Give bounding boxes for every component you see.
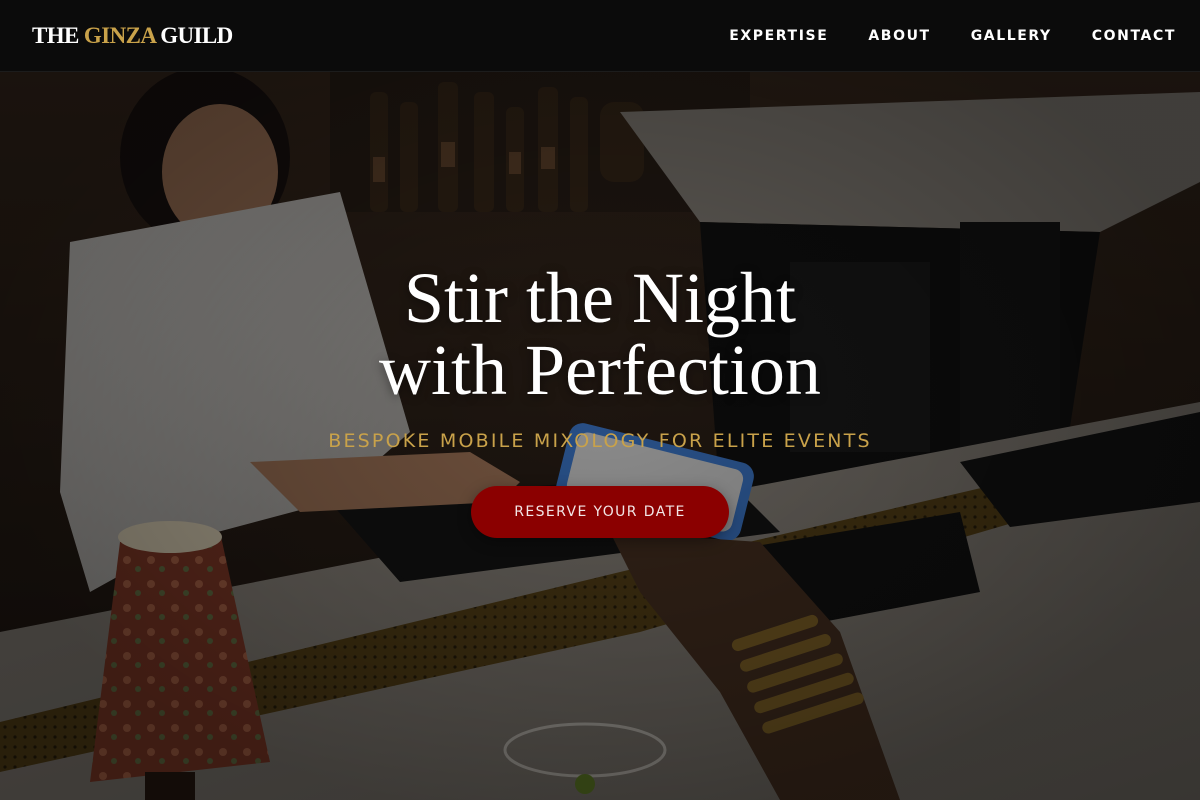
nav-link-about[interactable]: ABOUT	[868, 28, 930, 44]
logo-text-part1: THE	[32, 22, 84, 48]
site-logo[interactable]: THE GINZA GUILD	[32, 23, 233, 49]
nav-link-contact[interactable]: CONTACT	[1092, 28, 1176, 44]
hero-title: Stir the Night with Perfection	[379, 262, 821, 406]
site-header: THE GINZA GUILD EXPERTISE ABOUT GALLERY …	[0, 0, 1200, 72]
hero-subtitle: BESPOKE MOBILE MIXOLOGY FOR ELITE EVENTS	[328, 430, 872, 452]
logo-text-accent: GINZA	[83, 22, 156, 48]
nav-link-expertise[interactable]: EXPERTISE	[729, 28, 828, 44]
hero-title-line2: with Perfection	[379, 330, 821, 410]
hero-title-line1: Stir the Night	[403, 258, 796, 338]
hero-section: Stir the Night with Perfection BESPOKE M…	[0, 72, 1200, 800]
logo-text-part2: GUILD	[155, 22, 233, 48]
main-nav: EXPERTISE ABOUT GALLERY CONTACT	[729, 28, 1176, 44]
hero-content: Stir the Night with Perfection BESPOKE M…	[0, 72, 1200, 800]
reserve-date-button[interactable]: RESERVE YOUR DATE	[471, 486, 729, 538]
nav-link-gallery[interactable]: GALLERY	[971, 28, 1052, 44]
